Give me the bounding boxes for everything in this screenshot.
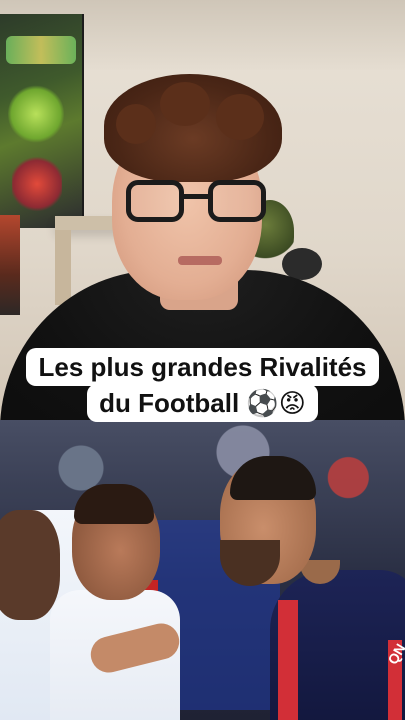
hair-curl (216, 94, 264, 140)
caption-line-2: du Football ⚽😡 (87, 384, 318, 422)
poster-art (8, 84, 64, 144)
glasses (126, 180, 268, 224)
wall-poster (0, 14, 84, 228)
player-left-head (0, 510, 60, 620)
caption-text-2: du Football (99, 388, 240, 418)
player-marseille-hair (74, 484, 154, 524)
hair-curl (116, 104, 156, 144)
bottom-video-panel: QN (0, 420, 405, 720)
caption-text-1: Les plus grandes Rivalités (38, 352, 367, 382)
player-psg-hair (230, 456, 316, 500)
person-mouth (178, 256, 222, 265)
caption-emoji: ⚽😡 (246, 388, 306, 418)
glasses-bridge (184, 194, 210, 199)
person-hair (104, 74, 282, 182)
glasses-lens-right (208, 180, 266, 222)
hair-curl (160, 82, 210, 126)
shelf-support (55, 230, 71, 305)
video-caption: Les plus grandes Rivalités du Football ⚽… (0, 348, 405, 422)
caption-line-1: Les plus grandes Rivalités (26, 348, 379, 386)
player-psg: QN (200, 456, 405, 720)
shelf-objects (0, 215, 20, 315)
glasses-lens-left (126, 180, 184, 222)
player-marseille (50, 484, 180, 720)
poster-art-character (12, 154, 62, 214)
poster-title-art (6, 36, 76, 64)
psg-shirt-stripe (278, 600, 298, 720)
